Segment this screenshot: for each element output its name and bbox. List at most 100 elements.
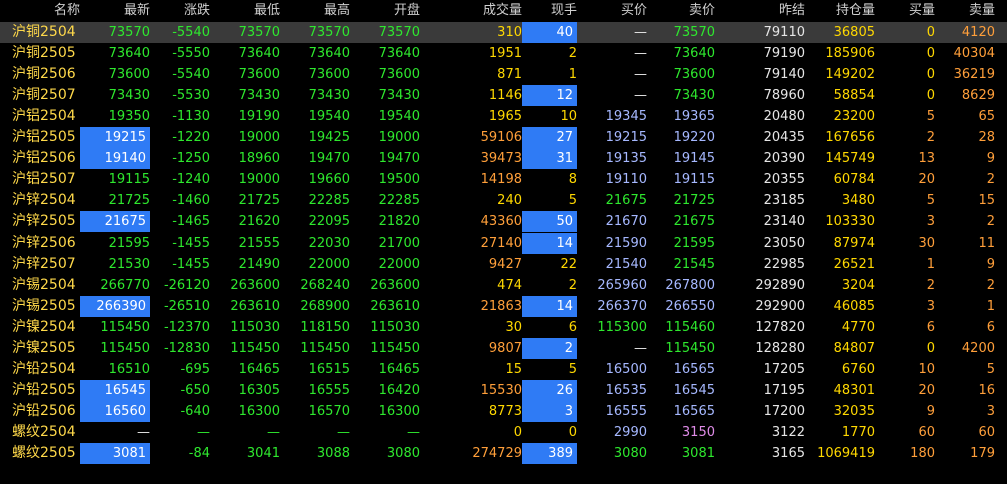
cell-bid: 21540 [605, 256, 647, 272]
cell-open-interest: 149202 [825, 67, 875, 83]
cell-name: 螺纹2504 [12, 423, 76, 440]
header-hand[interactable]: 现手 [522, 0, 577, 22]
cell-hand: 50 [522, 211, 577, 233]
header-volume[interactable]: 成交量 [455, 0, 522, 22]
header-latest[interactable]: 最新 [80, 0, 150, 22]
cell-open-interest: 3204 [841, 277, 875, 293]
table-row[interactable]: 沪铝2506 19140 -1250 18960 19470 19470 39473 31 19… [0, 148, 1007, 170]
cell-volume: 274729 [472, 446, 522, 461]
cell-low: 21620 [238, 214, 280, 230]
cell-bid-vol: 10 [918, 361, 935, 377]
cell-ask: 21675 [673, 214, 715, 230]
header-prev-settle[interactable]: 昨结 [715, 0, 805, 22]
cell-bid: 19135 [605, 151, 647, 167]
cell-change: -1220 [172, 130, 210, 146]
cell-name: 沪锡2505 [12, 297, 76, 314]
cell-ask: 267800 [665, 277, 715, 293]
cell-prev-settle: 20355 [763, 172, 805, 188]
cell-ask-vol: 3 [986, 403, 995, 419]
header-ask-vol[interactable]: 卖量 [935, 0, 995, 22]
cell-change: -12370 [163, 319, 210, 335]
cell-open-interest: 60784 [833, 172, 875, 188]
cell-ask-vol: 2 [986, 277, 995, 293]
cell-change: -1460 [172, 193, 210, 209]
cell-bid: 19345 [605, 109, 647, 125]
header-open[interactable]: 开盘 [350, 0, 420, 22]
cell-prev-settle: 20480 [763, 109, 805, 125]
header-open-interest[interactable]: 持仓量 [805, 0, 875, 22]
table-row[interactable]: 沪锌2505 21675 -1465 21620 22095 21820 43360 50 21… [0, 211, 1007, 233]
cell-bid-vol: 9 [926, 403, 935, 419]
cell-ask: 115460 [665, 319, 715, 335]
table-row[interactable]: 螺纹2504 — — — — — 0 0 2990 3150 3122 1770 60 60 [0, 422, 1007, 443]
cell-latest: 16510 [108, 361, 150, 377]
table-row[interactable]: 沪铜2507 73430 -5530 73430 73430 73430 1146 12 — 73… [0, 85, 1007, 107]
table-row[interactable]: 沪铅2505 16545 -650 16305 16555 16420 15530 26 165… [0, 379, 1007, 401]
cell-prev-settle: 17205 [763, 361, 805, 377]
header-name[interactable]: 名称 [0, 0, 80, 22]
cell-ask: 115450 [665, 340, 715, 356]
cell-latest: 73640 [108, 46, 150, 62]
cell-latest: 19215 [80, 127, 150, 149]
cell-ask: 3081 [681, 446, 715, 461]
cell-bid-vol: 5 [926, 109, 935, 125]
cell-open: 21820 [378, 214, 420, 230]
cell-low: 16465 [238, 361, 280, 377]
cell-volume: 240 [497, 193, 522, 209]
cell-volume: 871 [497, 67, 522, 83]
cell-bid-vol: 30 [918, 235, 935, 251]
cell-hand: 5 [568, 193, 577, 209]
cell-hand: 2 [568, 277, 577, 293]
table-row[interactable]: 螺纹2505 3081 -84 3041 3088 3080 274729 389 3080 30… [0, 443, 1007, 464]
cell-bid: — [634, 46, 647, 62]
table-row[interactable]: 沪镍2504 115450 -12370 115030 118150 115030 30 6 1… [0, 317, 1007, 338]
cell-change: -5550 [172, 46, 210, 62]
cell-bid-vol: 2 [926, 277, 935, 293]
table-row[interactable]: 沪铜2506 73600 -5540 73600 73600 73600 871 1 — 7360… [0, 64, 1007, 85]
cell-change: -650 [180, 382, 210, 398]
table-row[interactable]: 沪锡2504 266770 -26120 263600 268240 263600 474 2… [0, 275, 1007, 296]
cell-open: 263610 [370, 298, 420, 314]
table-row[interactable]: 沪镍2505 115450 -12830 115450 115450 115450 9807… [0, 337, 1007, 359]
header-high[interactable]: 最高 [280, 0, 350, 22]
cell-latest: 21725 [108, 193, 150, 209]
cell-volume: 1146 [488, 88, 522, 104]
quote-table: 名称 最新 涨跌 最低 最高 开盘 成交量 现手 买价 卖价 昨结 持仓量 买量 卖量 沪铜2504 7357… [0, 0, 1007, 484]
cell-volume: 310 [497, 25, 522, 40]
cell-prev-settle: 23185 [763, 193, 805, 209]
table-row[interactable]: 沪锌2507 21530 -1455 21490 22000 22000 9427 22 215… [0, 254, 1007, 275]
cell-name: 沪铝2504 [12, 108, 76, 125]
cell-high: — [337, 424, 350, 440]
cell-open: 22000 [378, 256, 420, 272]
cell-volume: 474 [497, 277, 522, 293]
cell-name: 沪铜2507 [12, 87, 76, 104]
header-low[interactable]: 最低 [210, 0, 280, 22]
cell-ask-vol: 65 [978, 109, 995, 125]
cell-ask: 16565 [673, 403, 715, 419]
header-bid[interactable]: 买价 [577, 0, 647, 22]
cell-hand: 2 [522, 337, 577, 359]
header-bid-vol[interactable]: 买量 [875, 0, 935, 22]
cell-latest: — [137, 424, 150, 440]
cell-change: -26510 [163, 298, 210, 314]
cell-low: 73570 [238, 25, 280, 40]
table-row[interactable]: 沪铅2504 16510 -695 16465 16515 16465 15 5 16500 16… [0, 359, 1007, 380]
table-row[interactable]: 沪铝2505 19215 -1220 19000 19425 19000 59106 27 19… [0, 127, 1007, 149]
cell-ask-vol: 2 [986, 172, 995, 188]
table-row[interactable]: 沪铜2504 73570 -5540 73570 73570 73570 310 40 — 735… [0, 22, 1007, 43]
table-row[interactable]: 沪铅2506 16560 -640 16300 16570 16300 8773 3 16555… [0, 400, 1007, 422]
cell-name: 沪镍2504 [12, 318, 76, 335]
table-row[interactable]: 沪锌2506 21595 -1455 21555 22030 21700 27140 14 21… [0, 232, 1007, 254]
cell-ask-vol: 179 [970, 446, 995, 461]
cell-open-interest: 167656 [825, 130, 875, 146]
table-row[interactable]: 沪锡2505 266390 -26510 263610 268900 263610 2186… [0, 295, 1007, 317]
cell-low: 18960 [238, 151, 280, 167]
header-change[interactable]: 涨跌 [150, 0, 210, 22]
table-row[interactable]: 沪锌2504 21725 -1460 21725 22285 22285 240 5 21675… [0, 190, 1007, 211]
table-row[interactable]: 沪铜2505 73640 -5550 73640 73640 73640 1951 2 — 736… [0, 43, 1007, 64]
table-row[interactable]: 沪铝2504 19350 -1130 19190 19540 19540 1965 10 193… [0, 106, 1007, 127]
table-row[interactable]: 沪铝2507 19115 -1240 19000 19660 19500 14198 8 191… [0, 169, 1007, 190]
cell-bid-vol: 20 [918, 172, 935, 188]
header-ask[interactable]: 卖价 [647, 0, 715, 22]
cell-high: 268240 [300, 277, 350, 293]
